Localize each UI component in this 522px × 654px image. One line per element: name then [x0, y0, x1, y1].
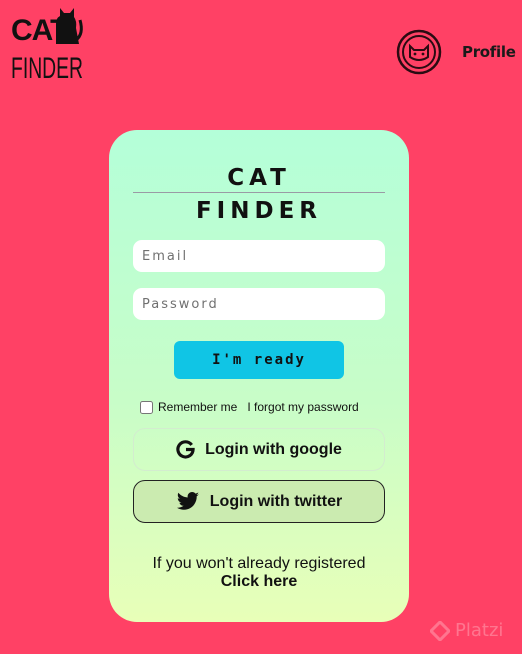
remember-me-checkbox[interactable]	[140, 400, 153, 414]
login-card: CAT FINDER I'm ready Remember me I forgo…	[109, 130, 409, 622]
remember-row: Remember me I forgot my password	[140, 400, 359, 414]
login-twitter-button[interactable]: Login with twitter	[133, 480, 385, 523]
forgot-password-link[interactable]: I forgot my password	[247, 400, 358, 414]
login-google-button[interactable]: Login with google	[133, 428, 385, 471]
cat-face-icon[interactable]	[396, 29, 442, 75]
profile-label[interactable]: Profile	[462, 43, 516, 61]
login-twitter-label: Login with twitter	[209, 492, 343, 510]
remember-me-label[interactable]: Remember me	[158, 400, 237, 414]
logo-line2: FINDER	[11, 52, 83, 82]
platzi-icon	[430, 620, 450, 641]
register-text: If you won't already registered	[152, 555, 366, 572]
twitter-icon	[176, 491, 200, 512]
card-title-line1: CAT	[227, 165, 291, 191]
login-google-label: Login with google	[205, 440, 342, 458]
title-divider	[133, 192, 385, 193]
google-icon	[176, 440, 195, 459]
card-title-line2: FINDER	[195, 198, 323, 224]
platzi-watermark: Platzi	[430, 620, 503, 641]
password-input[interactable]	[133, 288, 385, 320]
email-input[interactable]	[133, 240, 385, 272]
register-link[interactable]: Click here	[109, 573, 409, 591]
im-ready-button[interactable]: I'm ready	[174, 341, 344, 379]
register-section: If you won't already registered Click he…	[109, 555, 409, 591]
watermark-text: Platzi	[455, 620, 504, 641]
cat-finder-logo[interactable]: CAT FINDER	[10, 4, 88, 82]
